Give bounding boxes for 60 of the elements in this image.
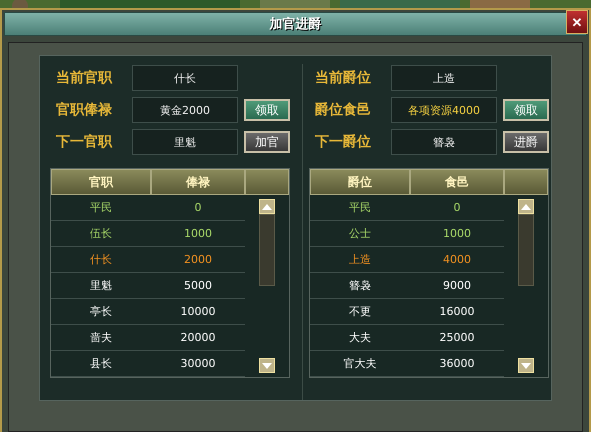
column-header: 俸禄 (151, 169, 245, 195)
table-cell: 大夫 (310, 325, 410, 351)
value-field: 里魁 (132, 129, 238, 155)
table-cell: 0 (151, 195, 245, 221)
column-header: 爵位 (310, 169, 410, 195)
table-cell: 县长 (51, 351, 151, 377)
table-cell: 2000 (151, 247, 245, 273)
table-cell: 平民 (310, 195, 410, 221)
value-field: 什长 (132, 65, 238, 91)
scroll-thumb[interactable] (259, 214, 275, 286)
table-cell: 1000 (151, 221, 245, 247)
table-cell: 1000 (410, 221, 504, 247)
table-cell: 9000 (410, 273, 504, 299)
action-button[interactable]: 进爵 (503, 131, 549, 153)
scroll-up-icon[interactable] (518, 199, 534, 214)
table-cell: 平民 (51, 195, 151, 221)
value-field: 上造 (391, 65, 497, 91)
scroll-down-icon[interactable] (518, 358, 534, 373)
value-field: 各项资源4000 (391, 97, 497, 123)
column-header: 官职 (51, 169, 151, 195)
table-cell: 伍长 (51, 221, 151, 247)
action-button[interactable]: 加官 (244, 131, 290, 153)
table-cell: 0 (410, 195, 504, 221)
table-cell: 什长 (51, 247, 151, 273)
table-cell: 亭长 (51, 299, 151, 325)
field-label: 下一爵位 (314, 133, 372, 151)
field-label: 官职俸禄 (55, 101, 113, 119)
scroll-bar[interactable] (504, 195, 548, 377)
table-cell: 36000 (410, 351, 504, 377)
action-button[interactable]: 领取 (244, 99, 290, 121)
table-cell: 4000 (410, 247, 504, 273)
table-cell: 20000 (151, 325, 245, 351)
table-cell: 16000 (410, 299, 504, 325)
table-cell: 簪袅 (310, 273, 410, 299)
window-title: 加官进爵 (270, 16, 322, 33)
field-label: 下一官职 (55, 133, 114, 151)
scroll-thumb[interactable] (518, 214, 534, 286)
table-cell: 啬夫 (51, 325, 151, 351)
scroll-bar[interactable] (245, 195, 289, 377)
action-button[interactable]: 领取 (503, 99, 549, 121)
field-label: 当前官职 (55, 69, 114, 87)
table-cell: 5000 (151, 273, 245, 299)
close-button[interactable]: ✕ (566, 10, 588, 34)
scroll-down-icon[interactable] (259, 358, 275, 373)
field-label: 当前爵位 (314, 69, 372, 87)
table-cell: 30000 (151, 351, 245, 377)
table-cell: 不更 (310, 299, 410, 325)
table-cell: 上造 (310, 247, 410, 273)
value-field: 黄金2000 (132, 97, 238, 123)
table-cell: 25000 (410, 325, 504, 351)
value-field: 簪袅 (391, 129, 497, 155)
table-cell: 里魁 (51, 273, 151, 299)
field-label: 爵位食邑 (314, 101, 372, 119)
column-header (504, 169, 548, 195)
column-header: 食邑 (410, 169, 504, 195)
column-header (245, 169, 289, 195)
table-cell: 10000 (151, 299, 245, 325)
scroll-up-icon[interactable] (259, 199, 275, 214)
table-cell: 公士 (310, 221, 410, 247)
table-cell: 官大夫 (310, 351, 410, 377)
